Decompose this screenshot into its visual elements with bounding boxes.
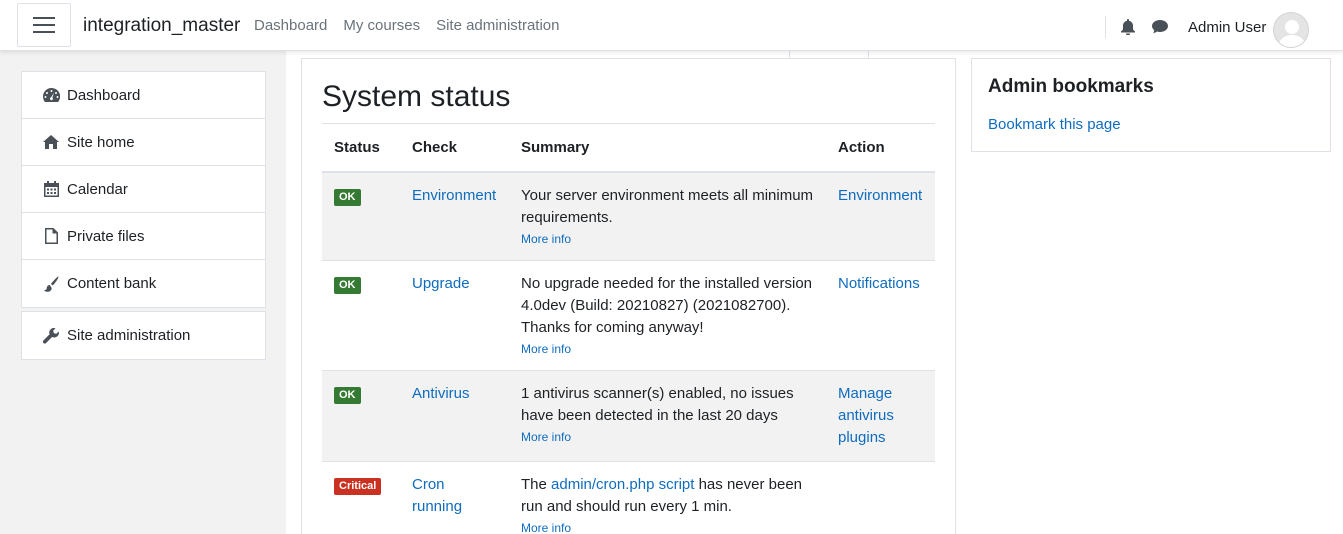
drawer-item-label: Dashboard: [67, 86, 141, 104]
action-cell-empty: [826, 461, 935, 534]
status-badge: OK: [334, 386, 361, 404]
wrench-icon: [42, 327, 60, 345]
status-badge: Critical: [334, 477, 382, 495]
summary-text-prefix: The: [521, 475, 552, 493]
drawer-toggle-button[interactable]: [17, 3, 71, 47]
drawer-item-label: Calendar: [67, 180, 128, 198]
column-header-action[interactable]: Action: [826, 123, 935, 173]
status-badge: OK: [334, 188, 361, 206]
summary-text: No upgrade needed for the installed vers…: [521, 274, 813, 336]
table-row: OK Upgrade No upgrade needed for the ins…: [322, 260, 935, 371]
column-header-status[interactable]: Status: [322, 123, 400, 173]
more-info-link[interactable]: More info: [521, 340, 814, 358]
navbar-divider: [1105, 16, 1106, 38]
page-title: System status: [322, 80, 511, 113]
bookmark-this-page-link[interactable]: Bookmark this page: [988, 116, 1121, 133]
status-badge: OK: [334, 276, 361, 294]
drawer-item-content-bank[interactable]: Content bank: [22, 260, 265, 307]
drawer-item-label: Private files: [67, 227, 145, 245]
table-header-row: Status Check Summary Action: [322, 123, 935, 173]
action-link-manage-antivirus-plugins[interactable]: Manage antivirus plugins: [838, 385, 894, 446]
table-row: OK Antivirus 1 antivirus scanner(s) enab…: [322, 370, 935, 462]
file-icon: [42, 227, 60, 245]
check-link-environment[interactable]: Environment: [412, 187, 496, 204]
check-link-antivirus[interactable]: Antivirus: [412, 385, 470, 402]
nav-link-my-courses[interactable]: My courses: [343, 17, 420, 34]
block-title: Admin bookmarks: [988, 76, 1154, 97]
action-link-notifications[interactable]: Notifications: [838, 275, 920, 292]
drawer-item-label: Site home: [67, 133, 135, 151]
nav-link-site-administration[interactable]: Site administration: [436, 17, 559, 34]
paint-brush-icon: [42, 275, 60, 293]
more-info-link[interactable]: More info: [521, 428, 814, 446]
cron-script-link[interactable]: admin/cron.php script: [551, 476, 694, 493]
calendar-icon: [42, 180, 60, 198]
table-row: OK Environment Your server environment m…: [322, 171, 935, 261]
chat-bubble-icon[interactable]: [1150, 17, 1170, 37]
home-icon: [42, 133, 60, 151]
action-link-environment[interactable]: Environment: [838, 187, 922, 204]
column-header-check[interactable]: Check: [400, 123, 509, 173]
drawer-item-private-files[interactable]: Private files: [22, 213, 265, 260]
drawer-item-label: Site administration: [67, 327, 191, 344]
hamburger-icon: [33, 17, 55, 19]
summary-text: 1 antivirus scanner(s) enabled, no issue…: [521, 384, 794, 424]
check-link-cron-running[interactable]: Cron running: [412, 476, 462, 515]
top-navbar: integration_master Dashboard My courses …: [0, 0, 1343, 51]
column-header-summary[interactable]: Summary: [509, 123, 826, 173]
more-info-link[interactable]: More info: [521, 519, 814, 534]
bell-icon[interactable]: [1118, 17, 1138, 37]
drawer-item-calendar[interactable]: Calendar: [22, 166, 265, 213]
admin-bookmarks-block: Admin bookmarks Bookmark this page: [971, 58, 1331, 152]
user-avatar[interactable]: [1273, 12, 1309, 48]
user-avatar-icon: [1278, 20, 1306, 47]
nav-link-dashboard[interactable]: Dashboard: [254, 17, 327, 34]
site-brand-link[interactable]: integration_master: [83, 15, 240, 37]
primary-navigation: Dashboard My courses Site administration: [254, 17, 559, 34]
left-drawer: Dashboard Site home Calendar Private fil…: [0, 51, 286, 534]
system-status-table: Status Check Summary Action OK Environme…: [322, 123, 935, 534]
navbar-actions: [1105, 14, 1182, 40]
dashboard-icon: [42, 86, 60, 104]
drawer-nav-group-main: Dashboard Site home Calendar Private fil…: [21, 71, 266, 308]
more-info-link[interactable]: More info: [521, 230, 814, 248]
table-row: Critical Cron running The admin/cron.php…: [322, 461, 935, 534]
drawer-nav-group-admin: Site administration: [21, 311, 266, 360]
secondary-nav-stub: [789, 51, 869, 58]
check-link-upgrade[interactable]: Upgrade: [412, 275, 470, 292]
drawer-item-site-administration[interactable]: Site administration: [22, 312, 265, 359]
drawer-item-label: Content bank: [67, 275, 157, 292]
user-menu-name[interactable]: Admin User: [1188, 19, 1266, 36]
drawer-item-dashboard[interactable]: Dashboard: [22, 72, 265, 119]
drawer-item-site-home[interactable]: Site home: [22, 119, 265, 166]
summary-text: Your server environment meets all minimu…: [521, 186, 814, 226]
